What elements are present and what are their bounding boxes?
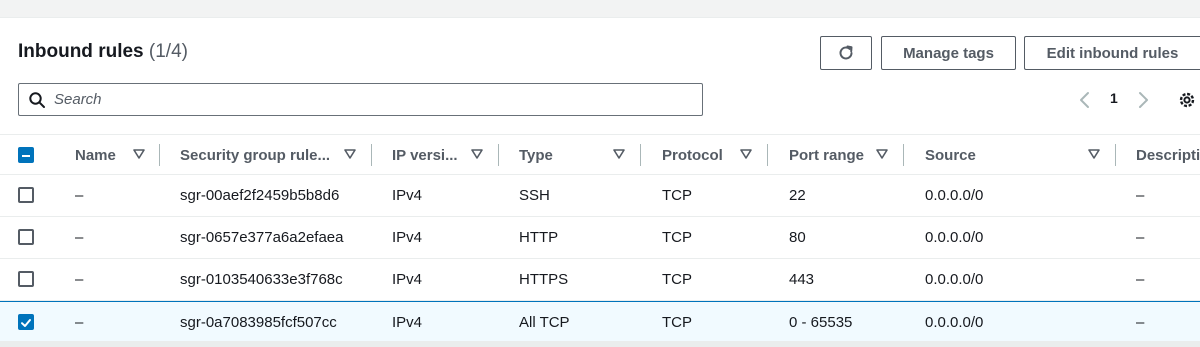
chevron-left-icon	[1080, 92, 1089, 108]
sort-icon[interactable]	[876, 149, 888, 160]
bottom-band	[0, 341, 1200, 347]
page-title: Inbound rules (1/4)	[18, 41, 188, 63]
cell-name: –	[75, 187, 84, 204]
cell-name: –	[75, 314, 84, 331]
search-icon	[29, 91, 45, 108]
sort-icon[interactable]	[471, 149, 483, 160]
cell-rule-id: sgr-0a7083985fcf507cc	[180, 314, 337, 331]
table-row-selected[interactable]: – sgr-0a7083985fcf507cc IPv4 All TCP TCP…	[0, 301, 1200, 343]
cell-source: 0.0.0.0/0	[925, 271, 984, 288]
sort-icon[interactable]	[613, 149, 625, 160]
chevron-right-icon	[1139, 92, 1148, 108]
column-header-type[interactable]: Type	[519, 135, 553, 175]
selection-count: (1/4)	[148, 41, 188, 62]
preferences-button[interactable]	[1177, 90, 1197, 110]
column-header-rule-id[interactable]: Security group rule...	[180, 135, 330, 175]
sort-icon[interactable]	[344, 149, 356, 160]
title-text: Inbound rules	[18, 41, 144, 62]
indeterminate-icon	[22, 155, 30, 157]
edit-inbound-rules-button[interactable]: Edit inbound rules	[1024, 36, 1200, 70]
cell-description: –	[1136, 314, 1145, 331]
column-divider[interactable]	[1115, 144, 1116, 166]
cell-name: –	[75, 271, 84, 288]
check-icon	[21, 319, 31, 327]
cell-protocol: TCP	[662, 187, 692, 204]
row-checkbox-checked[interactable]	[18, 314, 34, 330]
row-checkbox[interactable]	[18, 187, 34, 203]
cell-rule-id: sgr-00aef2f2459b5b8d6	[180, 187, 340, 204]
column-divider[interactable]	[159, 144, 160, 166]
column-header-source[interactable]: Source	[925, 135, 976, 175]
manage-tags-button[interactable]: Manage tags	[881, 36, 1016, 70]
cell-type: All TCP	[519, 314, 570, 331]
row-checkbox[interactable]	[18, 271, 34, 287]
refresh-icon	[839, 45, 853, 60]
column-divider[interactable]	[640, 144, 641, 166]
cell-description: –	[1136, 229, 1145, 246]
page-number[interactable]: 1	[1110, 90, 1118, 106]
sort-icon[interactable]	[1088, 149, 1100, 160]
row-checkbox[interactable]	[18, 229, 34, 245]
cell-source: 0.0.0.0/0	[925, 187, 984, 204]
next-page-button[interactable]	[1136, 88, 1154, 112]
cell-protocol: TCP	[662, 271, 692, 288]
table-row[interactable]: – sgr-0657e377a6a2efaea IPv4 HTTP TCP 80…	[0, 217, 1200, 259]
cell-type: HTTP	[519, 229, 559, 246]
table-header: Name Security group rule... IP versi... …	[0, 134, 1200, 175]
top-band	[0, 0, 1200, 18]
column-header-protocol[interactable]: Protocol	[662, 135, 723, 175]
search-box[interactable]	[18, 83, 703, 116]
column-divider[interactable]	[903, 144, 904, 166]
cell-name: –	[75, 229, 84, 246]
select-all-checkbox[interactable]	[18, 147, 34, 163]
table-row[interactable]: – sgr-00aef2f2459b5b8d6 IPv4 SSH TCP 22 …	[0, 175, 1200, 217]
cell-type: SSH	[519, 187, 550, 204]
cell-rule-id: sgr-0657e377a6a2efaea	[180, 229, 344, 246]
search-input[interactable]	[54, 91, 654, 108]
cell-rule-id: sgr-0103540633e3f768c	[180, 271, 343, 288]
inbound-rules-table: Name Security group rule... IP versi... …	[0, 134, 1200, 343]
column-divider[interactable]	[371, 144, 372, 166]
column-header-ip-version[interactable]: IP versi...	[392, 135, 458, 175]
cell-ip-version: IPv4	[392, 229, 423, 246]
column-divider[interactable]	[767, 144, 768, 166]
cell-protocol: TCP	[662, 229, 692, 246]
cell-ip-version: IPv4	[392, 187, 423, 204]
column-divider[interactable]	[498, 144, 499, 166]
cell-protocol: TCP	[662, 314, 692, 331]
gear-icon	[1179, 92, 1195, 108]
cell-description: –	[1136, 271, 1145, 288]
refresh-button[interactable]	[820, 36, 872, 70]
table-row[interactable]: – sgr-0103540633e3f768c IPv4 HTTPS TCP 4…	[0, 259, 1200, 301]
column-header-port-range[interactable]: Port range	[789, 135, 864, 175]
cell-type: HTTPS	[519, 271, 569, 288]
cell-ip-version: IPv4	[392, 271, 423, 288]
column-header-name[interactable]: Name	[75, 135, 116, 175]
column-header-description[interactable]: Descripti	[1136, 135, 1200, 175]
cell-port-range: 22	[789, 187, 806, 204]
cell-port-range: 0 - 65535	[789, 314, 853, 331]
cell-ip-version: IPv4	[392, 314, 423, 331]
cell-description: –	[1136, 187, 1145, 204]
cell-source: 0.0.0.0/0	[925, 229, 984, 246]
cell-source: 0.0.0.0/0	[925, 314, 984, 331]
sort-icon[interactable]	[133, 149, 145, 160]
previous-page-button[interactable]	[1078, 88, 1096, 112]
cell-port-range: 443	[789, 271, 815, 288]
cell-port-range: 80	[789, 229, 806, 246]
sort-icon[interactable]	[740, 149, 752, 160]
